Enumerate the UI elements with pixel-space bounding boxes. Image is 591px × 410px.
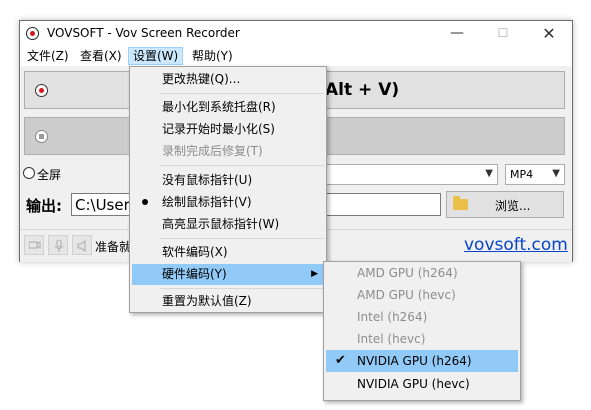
menu-item-repair-after-record: 录制完成后修复(T) [132, 141, 324, 162]
menu-item-label: 最小化到系统托盘(R) [162, 100, 276, 114]
submenu-item-label: Intel (h264) [357, 310, 428, 324]
radio-bullet-icon [142, 199, 148, 205]
menu-view[interactable]: 查看(X) [76, 48, 126, 64]
settings-menu: 更改热键(Q)... 最小化到系统托盘(R) 记录开始时最小化(S) 录制完成后… [129, 66, 327, 313]
chevron-down-icon: ▼ [552, 168, 560, 179]
maximize-button[interactable]: ☐ [480, 21, 526, 46]
format-select[interactable]: MP4 ▼ [505, 164, 565, 185]
menu-item-label: 记录开始时最小化(S) [162, 122, 275, 136]
chevron-right-icon: ▶ [311, 269, 318, 279]
browse-button[interactable]: 浏览... [446, 191, 564, 218]
menu-item-change-hotkey[interactable]: 更改热键(Q)... [132, 69, 324, 90]
output-path-value: C:\User [75, 196, 130, 214]
browse-label: 浏览... [495, 199, 531, 213]
menu-item-label: 高亮显示鼠标指针(W) [162, 217, 280, 231]
checkmark-icon: ✔ [335, 353, 346, 368]
menu-item-label: 更改热键(Q)... [162, 72, 241, 86]
menu-item-no-cursor[interactable]: 没有鼠标指针(U) [132, 170, 324, 191]
menu-item-highlight-cursor[interactable]: 高亮显示鼠标指针(W) [132, 214, 324, 235]
menu-settings[interactable]: 设置(W) [128, 47, 184, 65]
submenu-item-label: NVIDIA GPU (h264) [357, 354, 472, 368]
fullscreen-radio[interactable] [23, 167, 35, 179]
menu-item-software-encoding[interactable]: 软件编码(X) [132, 242, 324, 263]
window-title: VOVSOFT - Vov Screen Recorder [47, 26, 240, 40]
app-record-icon [26, 27, 39, 40]
menu-separator [160, 238, 324, 239]
output-label: 输出: [26, 197, 62, 215]
menu-separator [160, 93, 324, 94]
menu-item-label: 硬件编码(Y) [162, 267, 227, 281]
submenu-item-amd-h264: AMD GPU (h264) [326, 262, 518, 284]
submenu-item-nvidia-h264[interactable]: ✔ NVIDIA GPU (h264) [326, 350, 518, 372]
submenu-item-label: NVIDIA GPU (hevc) [357, 377, 470, 391]
submenu-item-intel-hevc: Intel (hevc) [326, 328, 518, 350]
record-button-text: Alt + V) [325, 80, 400, 100]
status-text: 准备就 [95, 240, 132, 254]
menu-item-label: 软件编码(X) [162, 245, 228, 259]
record-icon [35, 84, 48, 97]
camera-icon[interactable] [24, 235, 44, 255]
menu-item-minimize-tray[interactable]: 最小化到系统托盘(R) [132, 97, 324, 118]
menu-item-label: 录制完成后修复(T) [162, 144, 263, 158]
submenu-item-label: Intel (hevc) [357, 332, 426, 346]
menu-file[interactable]: 文件(Z) [23, 48, 73, 64]
microphone-icon[interactable] [48, 235, 68, 255]
title-bar: VOVSOFT - Vov Screen Recorder — ☐ ✕ [20, 21, 572, 46]
hardware-encoding-submenu: AMD GPU (h264) AMD GPU (hevc) Intel (h26… [323, 261, 521, 401]
menu-bar: 文件(Z) 查看(X) 设置(W) 帮助(Y) [20, 46, 572, 66]
menu-item-minimize-on-start[interactable]: 记录开始时最小化(S) [132, 119, 324, 140]
submenu-item-amd-hevc: AMD GPU (hevc) [326, 284, 518, 306]
menu-item-label: 重置为默认值(Z) [162, 294, 252, 308]
menu-help[interactable]: 帮助(Y) [188, 48, 237, 64]
format-value: MP4 [510, 168, 534, 181]
menu-item-draw-cursor[interactable]: 绘制鼠标指针(V) [132, 192, 324, 213]
fullscreen-label: 全屏 [37, 168, 62, 182]
menu-item-label: 绘制鼠标指针(V) [162, 195, 252, 209]
submenu-item-label: AMD GPU (h264) [357, 266, 458, 280]
chevron-down-icon: ▼ [485, 168, 493, 179]
close-button[interactable]: ✕ [526, 21, 572, 46]
submenu-item-intel-h264: Intel (h264) [326, 306, 518, 328]
menu-item-label: 没有鼠标指针(U) [162, 173, 253, 187]
area-select[interactable]: ▼ [326, 164, 498, 185]
submenu-item-nvidia-hevc[interactable]: NVIDIA GPU (hevc) [326, 373, 518, 395]
stop-icon [35, 130, 48, 143]
folder-icon [453, 196, 468, 210]
menu-separator [160, 288, 324, 289]
menu-item-hardware-encoding[interactable]: 硬件编码(Y) ▶ [132, 264, 324, 285]
minimize-button[interactable]: — [434, 21, 480, 46]
menu-item-reset-defaults[interactable]: 重置为默认值(Z) [132, 291, 324, 312]
website-link[interactable]: vovsoft.com [464, 235, 568, 255]
speaker-icon[interactable] [72, 235, 92, 255]
menu-separator [160, 165, 324, 166]
submenu-item-label: AMD GPU (hevc) [357, 288, 456, 302]
